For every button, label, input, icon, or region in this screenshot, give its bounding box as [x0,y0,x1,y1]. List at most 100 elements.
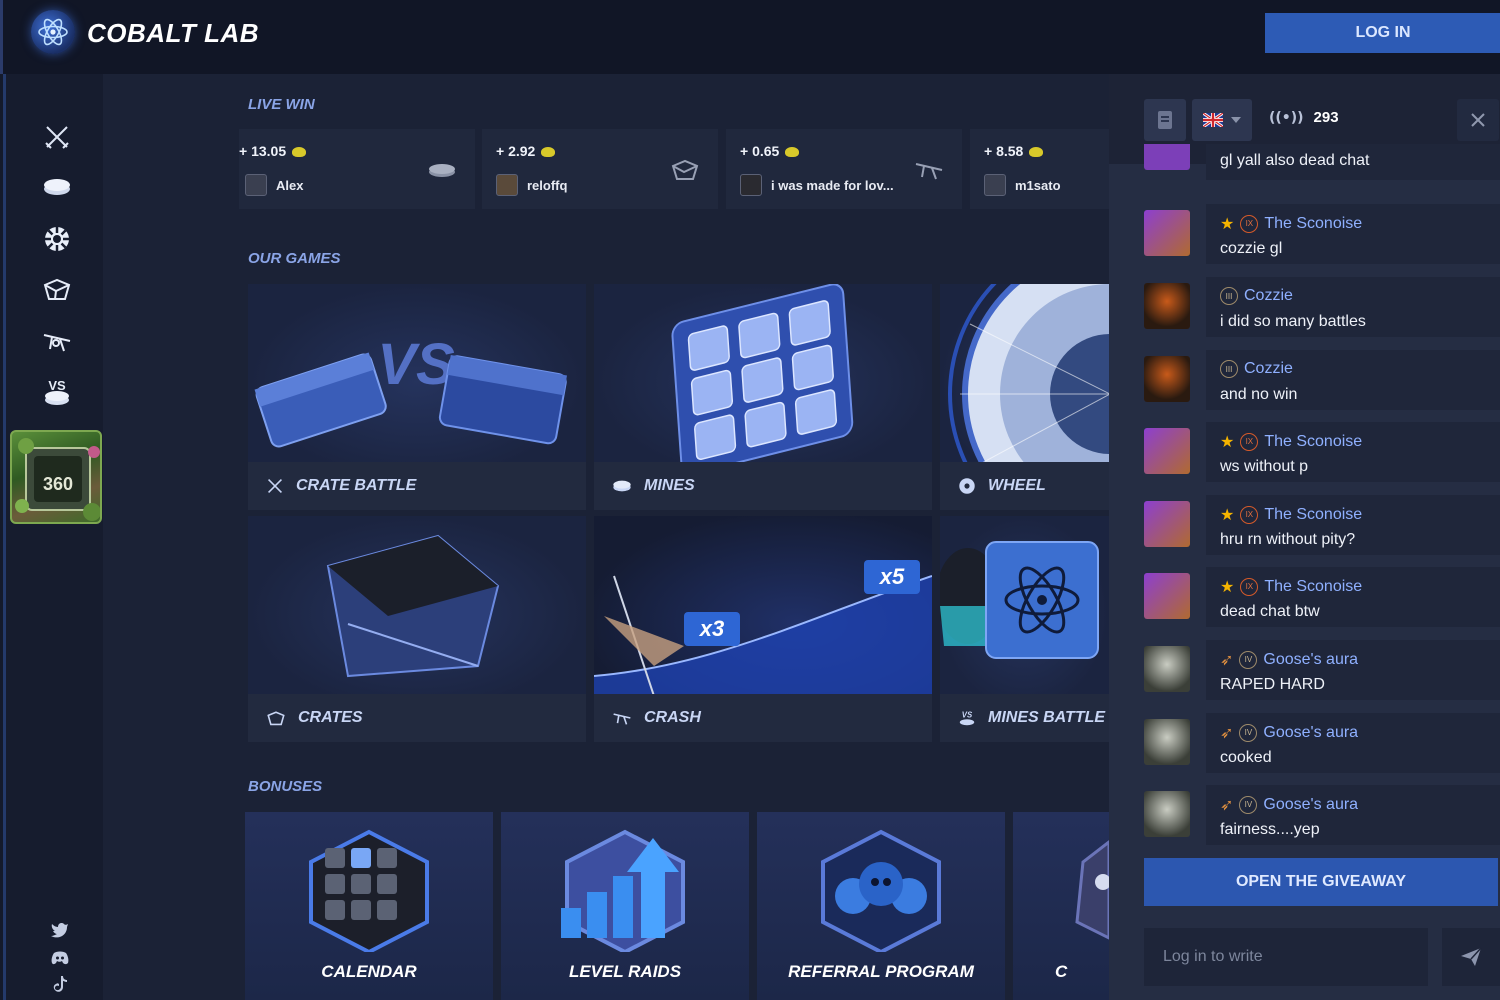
online-signal-icon: ((•)) [1269,109,1304,126]
win-amount: + 13.05 [239,143,287,159]
avatar[interactable] [1144,283,1190,329]
crossed-swords-icon[interactable] [42,122,72,152]
game-card-wheel[interactable]: WHEEL [940,284,1109,510]
avatar[interactable] [1144,646,1190,692]
star-icon: ★ [1220,214,1235,233]
chat-message: ★ IX The Sconoise ws without p [1144,422,1500,482]
crates-box-icon [670,157,700,183]
mines-disc-icon [613,480,631,492]
game-card-crash[interactable]: x3 x5 CRASH [594,516,932,742]
chat-username[interactable]: The Sconoise [1264,433,1362,451]
rocket-icon: ➶ [1220,795,1234,814]
chat-username[interactable]: Cozzie [1244,360,1293,378]
wheel-art [940,284,1109,510]
live-win-card[interactable]: + 8.58 m1sato [970,129,1109,209]
chat-username[interactable]: Goose's aura [1263,651,1358,669]
tiktok-icon[interactable] [50,974,70,994]
rank-badge-icon: IX [1240,214,1259,233]
chat-username[interactable]: Goose's aura [1263,724,1358,742]
brand-name[interactable]: COBALT LAB [87,18,259,49]
crash-glider-icon[interactable] [42,326,72,356]
avatar[interactable] [1144,791,1190,837]
game-card-crate-battle[interactable]: VS CRATE BATTLE [248,284,586,510]
chat-username[interactable]: Goose's aura [1263,796,1358,814]
language-select[interactable] [1192,99,1252,141]
chat-text: dead chat btw [1220,603,1320,620]
chat-username[interactable]: The Sconoise [1264,506,1362,524]
atom-logo-icon[interactable] [31,10,75,54]
bonus-card-calendar[interactable]: CALENDAR [245,812,493,1000]
live-win-card[interactable]: + 2.92 reloffq [482,129,718,209]
bonus-card-level-raids[interactable]: LEVEL RAIDS [501,812,749,1000]
rank-badge-icon: III [1220,360,1238,378]
close-chat-button[interactable] [1457,99,1499,141]
game-label: CRASH [644,709,701,726]
send-button[interactable] [1442,928,1500,986]
crates-box-icon [267,711,285,726]
wheel-icon[interactable] [42,224,72,254]
coin-icon [292,147,307,158]
avatar[interactable] [1144,573,1190,619]
chevron-down-icon [1231,117,1241,123]
game-card-crates[interactable]: CRATES [248,516,586,742]
chat-panel: ((•)) 293 gl yall also dead chat ★ IX The … [1109,74,1500,1000]
login-button[interactable]: LOG IN [1265,13,1500,53]
chat-text: fairness....yep [1220,821,1320,838]
game-label: MINES BATTLE [988,709,1106,726]
bonus-card-referral-program[interactable]: REFERRAL PROGRAM [757,812,1005,1000]
chat-message: III Cozzie and no win [1144,350,1500,410]
mines-disc-icon[interactable] [42,172,72,202]
crash-multiplier-badge: x3 [684,612,740,646]
our-games-title: OUR GAMES [248,250,341,267]
star-icon: ★ [1220,432,1235,451]
avatar[interactable] [1144,719,1190,765]
chat-username[interactable]: The Sconoise [1264,215,1362,233]
chat-message-input[interactable] [1144,928,1428,986]
chat-rules-button[interactable] [1144,99,1186,141]
game-label: CRATE BATTLE [296,477,417,494]
wheel-icon [959,478,975,494]
mines-battle-art [940,516,1109,694]
chat-username[interactable]: Cozzie [1244,287,1293,305]
avatar[interactable] [1144,356,1190,402]
crates-box-icon[interactable] [42,274,72,304]
chat-message: gl yall also dead chat [1144,144,1500,180]
rank-badge-icon: IV [1239,650,1258,669]
avatar[interactable] [1144,210,1190,256]
game-card-mines-battle[interactable]: VS MINES BATTLE [940,516,1109,742]
win-username: Alex [276,177,304,193]
mines-battle-vs-icon[interactable]: VS [42,376,72,406]
chat-message: ➶ IV Goose's aura cooked [1144,713,1500,773]
avatar [740,174,762,196]
coin-icon [1029,147,1044,158]
game-card-mines[interactable]: MINES [594,284,932,510]
crossed-swords-icon [268,479,282,493]
chat-message: ★ IX The Sconoise cozzie gl [1144,204,1500,264]
twitter-icon[interactable] [50,920,70,940]
bonus-label: CALENDAR [321,962,417,981]
crash-glider-icon [914,157,944,183]
avatar[interactable] [1144,428,1190,474]
avatar[interactable] [1144,501,1190,547]
win-amount: + 0.65 [740,143,780,159]
document-icon [1158,111,1172,129]
open-giveaway-button[interactable]: OPEN THE GIVEAWAY [1144,858,1498,906]
svg-text:VS: VS [377,332,455,397]
bonus-card-partial[interactable]: C [1013,812,1109,1000]
mines-art [594,284,932,475]
mines-disc-icon [427,157,457,183]
win-username: reloffq [527,177,568,193]
live-win-card[interactable]: + 13.05 Alex [239,129,475,209]
chat-message: ★ IX The Sconoise hru rn without pity? [1144,495,1500,555]
win-amount: + 2.92 [496,143,536,159]
rank-badge-icon: IX [1240,505,1259,524]
rank-badge-icon: IV [1239,795,1258,814]
event-promo-banner[interactable]: 360 [10,430,102,524]
rocket-icon: ➶ [1220,723,1234,742]
star-icon: ★ [1220,577,1235,596]
live-win-card[interactable]: + 0.65 i was made for lov... [726,129,962,209]
discord-icon[interactable] [50,948,70,968]
svg-text:360: 360 [43,474,73,494]
win-username: m1sato [1015,177,1061,193]
chat-username[interactable]: The Sconoise [1264,578,1362,596]
